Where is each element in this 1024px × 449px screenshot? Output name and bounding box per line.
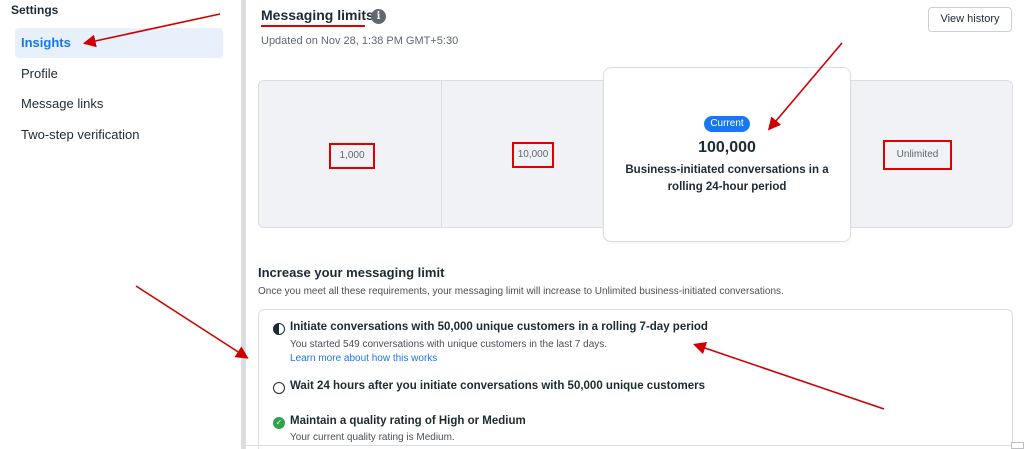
tier-unlimited: Unlimited <box>896 149 939 160</box>
tier-10000: 10,000 <box>517 149 549 160</box>
requirement-title: Maintain a quality rating of High or Med… <box>290 415 526 427</box>
tier-1000: 1,000 <box>339 150 365 161</box>
tier-separator <box>441 81 442 227</box>
sidebar-divider <box>241 0 246 449</box>
title-underline-annotation <box>261 25 365 27</box>
info-icon[interactable]: i <box>371 9 386 24</box>
learn-more-link[interactable]: Learn more about how this works <box>290 353 437 364</box>
requirement-title: Wait 24 hours after you initiate convers… <box>290 380 705 392</box>
requirement-detail: Your current quality rating is Medium. <box>290 432 455 443</box>
empty-circle-icon <box>273 382 285 394</box>
sidebar: Settings Insights Profile Message links … <box>0 0 238 449</box>
view-history-button[interactable]: View history <box>928 7 1012 32</box>
increase-limit-description: Once you meet all these requirements, yo… <box>258 286 784 297</box>
current-tier-value: 100,000 <box>698 139 756 156</box>
current-tier-description: Business-initiated conversations in a ro… <box>625 164 829 193</box>
sidebar-item-insights[interactable]: Insights <box>15 28 223 58</box>
check-circle-icon: ✓ <box>273 417 285 429</box>
sidebar-item-message-links[interactable]: Message links <box>15 89 223 119</box>
sidebar-item-profile[interactable]: Profile <box>15 59 223 89</box>
page-title: Messaging limits <box>261 7 374 23</box>
updated-timestamp: Updated on Nov 28, 1:38 PM GMT+5:30 <box>261 35 459 47</box>
half-circle-icon <box>273 323 285 335</box>
requirement-detail: You started 549 conversations with uniqu… <box>290 339 608 350</box>
sidebar-title: Settings <box>11 3 59 17</box>
current-badge: Current <box>704 116 750 132</box>
requirement-title: Initiate conversations with 50,000 uniqu… <box>290 321 708 333</box>
scroll-corner <box>1011 442 1024 449</box>
sidebar-item-two-step-verification[interactable]: Two-step verification <box>15 120 223 150</box>
increase-limit-heading: Increase your messaging limit <box>258 265 445 280</box>
bottom-border <box>246 445 1024 446</box>
